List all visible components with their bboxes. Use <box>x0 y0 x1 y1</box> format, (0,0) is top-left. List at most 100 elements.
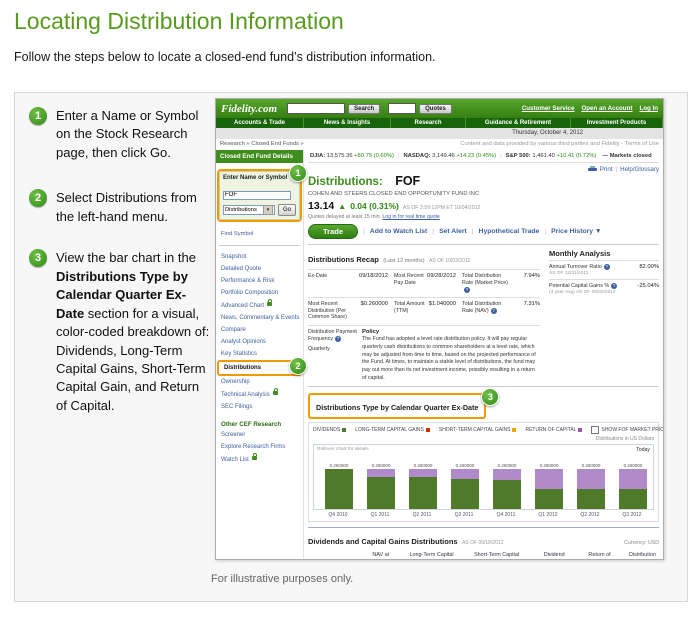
search-button[interactable]: Search <box>348 104 380 114</box>
bar-group-q2-2012[interactable]: 0.260000 <box>570 463 612 509</box>
x-axis-label: Q4 2010 <box>317 512 359 518</box>
bar-value-label: 0.260000 <box>540 463 559 468</box>
breadcrumb[interactable]: Research » Closed End Funds » <box>220 141 304 150</box>
bar-group-q2-2011[interactable]: 0.260000 <box>402 463 444 509</box>
sidebar-item-key-statistics[interactable]: Key Statistics <box>216 348 303 360</box>
market-label: S&P 500: <box>506 153 533 159</box>
callout-3: 3 <box>481 388 499 406</box>
recap-label: Most Recent Pay Date <box>394 273 427 287</box>
help-icon[interactable]: ? <box>335 336 341 342</box>
quotes-input[interactable] <box>388 103 416 114</box>
header-link-customer-service[interactable]: Customer Service <box>522 105 575 112</box>
bar-group-q3-2011[interactable]: 0.260000 <box>444 463 486 509</box>
sidebar-item-news-commentary-events[interactable]: News, Commentary & Events <box>216 312 303 324</box>
bar-group-q3-2012[interactable]: 0.260000 <box>612 463 654 509</box>
sidebar-item-explore-research-firms[interactable]: Explore Research Firms <box>216 441 303 453</box>
chart-legend: DIVIDENDSLONG-TERM CAPITAL GAINSSHORT-TE… <box>313 426 654 434</box>
recap-subtitle: (Last 12 months) <box>383 258 424 264</box>
search-input[interactable] <box>287 103 345 114</box>
sidebar-item-distributions[interactable]: Distributions2 <box>217 360 302 376</box>
sidebar-item-screener[interactable]: Screener <box>216 429 303 441</box>
sidebar-item-analyst-opinions[interactable]: Analyst Opinions <box>216 336 303 348</box>
divider <box>308 386 659 387</box>
sidebar-item-label: Advanced Chart <box>221 303 264 309</box>
bar-value-label: 0.260000 <box>372 463 391 468</box>
sidebar-item-technical-analysis[interactable]: Technical Analysis <box>216 388 303 401</box>
column-header-nav-at-distribution: NAV at Distribution <box>341 551 392 559</box>
trade-button[interactable]: Trade <box>308 224 358 239</box>
monthly-value: -25.04% <box>637 283 659 295</box>
legend-swatch <box>512 428 516 432</box>
stacked-bar <box>619 469 647 509</box>
go-button[interactable]: Go <box>278 204 296 216</box>
market-change: +10.41 (0.72%) <box>557 153 597 159</box>
recap-label: Total Distribution Rate (Market Price)? <box>462 273 510 294</box>
action-separator: | <box>544 228 546 235</box>
tutorial-panel: 1 Enter a Name or Symbol on the Stock Re… <box>14 92 688 602</box>
monthly-rows: Annual Turnover Ratio?AS OF 12/31/201182… <box>549 260 659 298</box>
sidebar-item-snapshot[interactable]: Snapshot <box>216 251 303 263</box>
show-market-price-checkbox[interactable] <box>591 426 599 434</box>
print-row: Print | Help/Glossary <box>308 166 659 173</box>
bar-group-q1-2012[interactable]: 0.260000 <box>528 463 570 509</box>
sidebar-item-advanced-chart[interactable]: Advanced Chart <box>216 299 303 312</box>
legend-label: SHOW FOF MARKET PRICE <box>601 427 663 433</box>
other-research-menu: ScreenerExplore Research FirmsWatch List <box>216 429 303 466</box>
nav-tab-accounts-trade[interactable]: Accounts & Trade <box>216 118 304 128</box>
sidebar-item-ownership[interactable]: Ownership <box>216 376 303 388</box>
nav-tab-research[interactable]: Research <box>391 118 466 128</box>
other-research-header: Other CEF Research <box>221 421 303 428</box>
nav-tab-investment-products[interactable]: Investment Products <box>571 118 663 128</box>
stacked-bar <box>535 469 563 509</box>
fidelity-logo: Fidelity.com <box>221 103 277 115</box>
help-icon[interactable]: ? <box>464 287 470 293</box>
breadcrumb-row: Research » Closed End Funds » Content an… <box>216 139 663 150</box>
bar-group-q4-2010[interactable]: 0.260000 <box>318 463 360 509</box>
nav-tab-guidance-retirement[interactable]: Guidance & Retirement <box>466 118 571 128</box>
bars: 0.2600000.2600000.2600000.2600000.260000… <box>318 463 654 509</box>
today-label: Today <box>636 447 650 453</box>
segment-return-of-capital <box>535 469 563 489</box>
table-title-group: Dividends and Capital Gains Distribution… <box>308 531 503 549</box>
sidebar-item-sec-filings[interactable]: SEC Filings <box>216 401 303 413</box>
recap-row-2: Most Recent Distribution (Per Common Sha… <box>308 297 540 325</box>
segment-return-of-capital <box>367 469 395 477</box>
find-symbol-link[interactable]: Find Symbol <box>221 231 253 237</box>
sidebar-item-detailed-quote[interactable]: Detailed Quote <box>216 263 303 275</box>
distributions-recap: Distributions Recap (Last 12 months) AS … <box>308 249 540 382</box>
x-axis-label: Q3 2011 <box>443 512 485 518</box>
segment-dividends <box>409 477 437 509</box>
view-select[interactable]: Distributions ▼ <box>223 205 275 215</box>
symbol-input[interactable] <box>223 191 291 200</box>
action-link-add-to-watch-list[interactable]: Add to Watch List <box>370 228 428 235</box>
sidebar-item-portfolio-composition[interactable]: Portfolio Composition <box>216 287 303 299</box>
stacked-bar <box>451 469 479 509</box>
sidebar-item-performance-risk[interactable]: Performance & Risk <box>216 275 303 287</box>
header-links: Customer Service Open an Account Log In <box>522 105 658 112</box>
bar-group-q4-2011[interactable]: 0.260000 <box>486 463 528 509</box>
nav-tab-news-insights[interactable]: News & Insights <box>304 118 391 128</box>
sidebar-item-compare[interactable]: Compare <box>216 324 303 336</box>
help-icon[interactable]: ? <box>611 283 617 289</box>
action-link-hypothetical-trade[interactable]: Hypothetical Trade <box>479 228 540 235</box>
recap-value: $1.040000 <box>429 301 456 307</box>
header-link-log-in[interactable]: Log In <box>639 105 658 112</box>
fidelity-screenshot: Fidelity.com Search Quotes Customer Serv… <box>215 98 664 560</box>
quotes-button[interactable]: Quotes <box>419 104 452 114</box>
bar-group-q1-2011[interactable]: 0.260000 <box>360 463 402 509</box>
print-link[interactable]: Print <box>600 166 613 173</box>
market-value: 3,149.46 <box>432 153 456 159</box>
segment-return-of-capital <box>619 469 647 489</box>
sidebar-item-watch-list[interactable]: Watch List <box>216 453 303 466</box>
action-link-price-history[interactable]: Price History ▼ <box>551 228 602 235</box>
help-glossary-link[interactable]: Help/Glossary <box>620 166 659 173</box>
help-icon[interactable]: ? <box>604 264 610 270</box>
print-separator: | <box>616 166 618 173</box>
header-link-open-an-account[interactable]: Open an Account <box>581 105 632 112</box>
stacked-bar <box>577 469 605 509</box>
login-link[interactable]: Log in for real time quote <box>382 214 439 220</box>
action-link-set-alert[interactable]: Set Alert <box>439 228 467 235</box>
help-icon[interactable]: ? <box>491 308 497 314</box>
bar-value-label: 0.260000 <box>498 463 517 468</box>
step-3: 3 View the bar chart in the Distribution… <box>29 249 213 415</box>
